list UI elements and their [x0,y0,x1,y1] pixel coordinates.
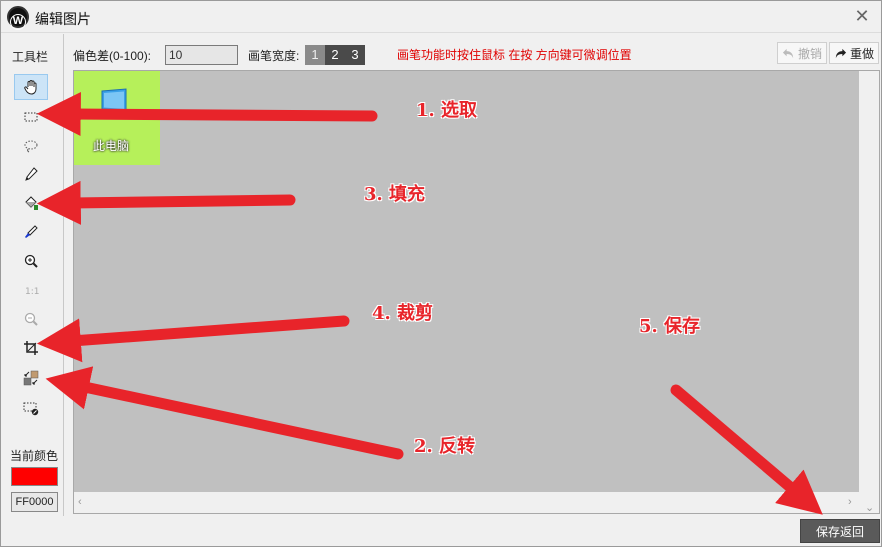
image-canvas[interactable]: 此电脑 [74,71,859,492]
rect-select-icon [24,112,38,122]
options-bar: 偏色差(0-100): 画笔宽度: 1 2 3 画笔功能时按住鼠标 在按 方向键… [65,34,881,68]
redo-label: 重做 [849,46,874,61]
pen-width-group: 1 2 3 [305,45,365,65]
redo-icon [835,48,847,58]
window-title: 编辑图片 [35,11,91,27]
app-logo-icon: W [7,6,29,30]
pencil-icon [25,167,38,181]
desktop-icon-this-pc: 此电脑 [74,71,160,165]
tolerance-input[interactable] [165,45,238,65]
clear-selection-icon [23,402,39,416]
vertical-scrollbar[interactable]: ⌄ [860,71,879,514]
color-picker-tool-button[interactable] [14,219,48,245]
pen-width-2-button[interactable]: 2 [325,45,345,65]
clear-selection-tool-button[interactable] [14,395,48,421]
pen-width-1-button[interactable]: 1 [305,45,325,65]
hand-tool-button[interactable] [14,74,48,100]
rect-select-tool-button[interactable] [14,104,48,130]
tool-panel: 工具栏 1:1 当前颜色 FF0000 [2,34,64,516]
undo-icon [782,48,794,58]
pen-width-label: 画笔宽度: [248,49,300,63]
zoom-out-tool-button[interactable] [14,306,48,332]
svg-text:1:1: 1:1 [25,287,39,297]
lasso-select-tool-button[interactable] [14,133,48,159]
pencil-tool-button[interactable] [14,161,48,187]
save-return-button[interactable]: 保存返回 [800,519,880,543]
toolbar-title: 工具栏 [12,50,49,64]
edit-image-window: W 编辑图片 ✕ 工具栏 1:1 当前颜色 FF0000 偏色差(0-100):… [0,0,882,547]
annotation-crop: 4. 裁剪 [372,303,434,324]
undo-button[interactable]: 撤销 [777,42,827,64]
close-button[interactable]: ✕ [851,5,873,27]
undo-label: 撤销 [797,46,822,61]
hint-text: 画笔功能时按住鼠标 在按 方向键可微调位置 [397,48,632,62]
scroll-right-icon[interactable]: › [848,496,852,508]
annotation-save: 5. 保存 [639,316,701,337]
annotation-fill: 3. 填充 [364,184,426,205]
lasso-select-icon [24,140,38,153]
fill-bucket-icon [25,196,38,210]
annotation-select: 1. 选取 [416,100,478,121]
zoom-out-icon [24,312,38,326]
title-bar: W 编辑图片 ✕ [1,1,881,33]
crop-tool-button[interactable] [14,335,48,361]
actual-size-tool-button[interactable]: 1:1 [14,277,48,303]
hand-icon [24,80,37,95]
monitor-icon [101,88,127,117]
current-color-label: 当前颜色 [10,449,59,463]
fill-tool-button[interactable] [14,190,48,216]
scroll-down-icon[interactable]: ⌄ [865,501,874,514]
desktop-icon-label: 此电脑 [92,139,129,153]
canvas-container: 此电脑 ⌄ ‹ › [73,70,880,514]
actual-size-icon: 1:1 [25,287,39,297]
swap-color-tool-button[interactable] [14,365,48,391]
crop-icon [24,341,38,355]
current-color-swatch[interactable] [11,467,58,486]
scroll-left-icon[interactable]: ‹ [78,496,82,508]
tolerance-label: 偏色差(0-100): [73,49,152,63]
current-color-hex[interactable]: FF0000 [11,492,58,512]
color-picker-icon [25,225,38,238]
pen-width-3-button[interactable]: 3 [345,45,365,65]
swap-color-icon [23,370,39,386]
horizontal-scrollbar[interactable]: ‹ › [74,493,860,513]
annotation-reverse: 2. 反转 [414,436,476,457]
redo-button[interactable]: 重做 [829,42,879,64]
zoom-in-icon [24,254,38,268]
zoom-in-tool-button[interactable] [14,248,48,274]
